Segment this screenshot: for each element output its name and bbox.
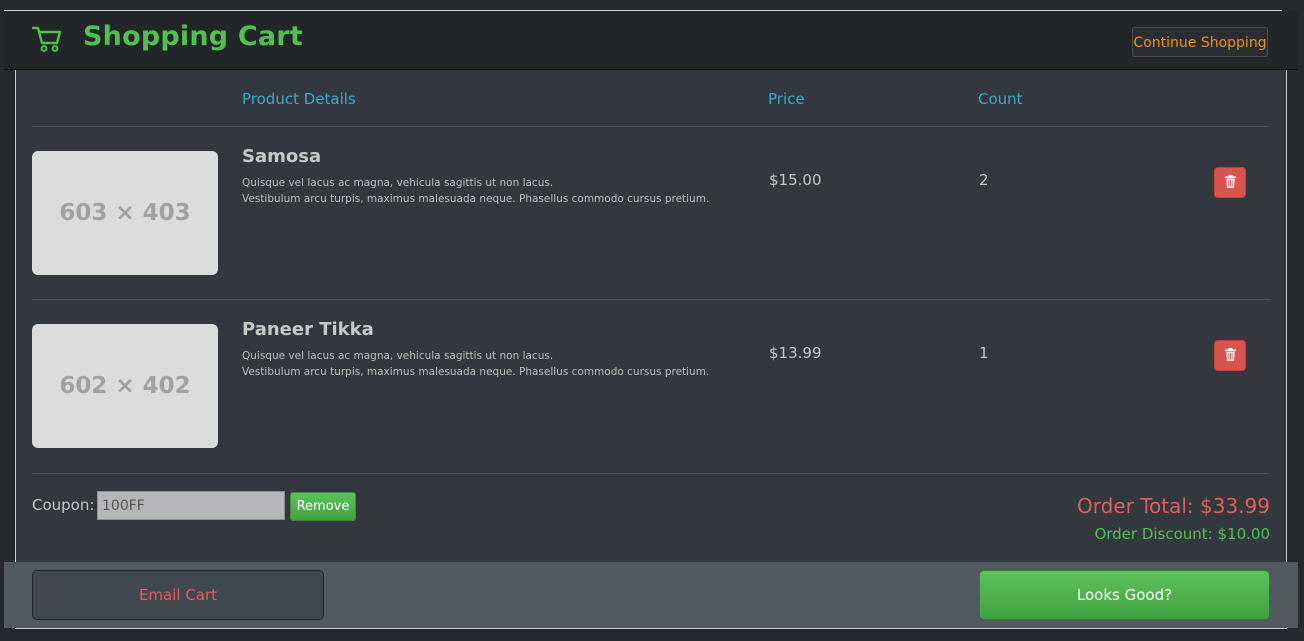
product-image-placeholder: 603 × 403 (32, 151, 218, 275)
description-line: Vestibulum arcu turpis, maximus malesuad… (242, 193, 710, 205)
product-name: Samosa (242, 146, 322, 167)
product-name: Paneer Tikka (242, 319, 374, 340)
order-discount: Order Discount: $10.00 (1094, 525, 1270, 543)
delete-item-button[interactable] (1214, 340, 1246, 371)
delete-item-button[interactable] (1214, 167, 1246, 198)
column-header-count: Count (978, 90, 1023, 108)
column-header-price: Price (768, 90, 805, 108)
cart-icon (31, 25, 62, 53)
product-price: $13.99 (769, 344, 822, 362)
coupon-input[interactable] (97, 491, 285, 520)
cart-table: Product Details Price Count 603 × 403 Sa… (15, 70, 1287, 562)
product-count: 2 (979, 171, 989, 189)
description-line: Quisque vel lacus ac magna, vehicula sag… (242, 177, 554, 189)
looks-good-button[interactable]: Looks Good? (979, 570, 1270, 620)
divider (32, 299, 1270, 300)
product-image-placeholder: 602 × 402 (32, 324, 218, 448)
cart-footer: Email Cart Looks Good? (4, 562, 1298, 628)
page-title: Shopping Cart (83, 21, 303, 52)
column-header-product-details: Product Details (242, 90, 356, 108)
coupon-label: Coupon: (32, 496, 95, 514)
cart-header: Shopping Cart Continue Shopping (4, 11, 1298, 70)
email-cart-button[interactable]: Email Cart (32, 570, 324, 620)
description-line: Vestibulum arcu turpis, maximus malesuad… (242, 366, 710, 378)
product-count: 1 (979, 344, 989, 362)
divider (32, 473, 1270, 474)
divider (32, 126, 1270, 127)
product-price: $15.00 (769, 171, 822, 189)
order-total: Order Total: $33.99 (1077, 494, 1270, 518)
product-description: Quisque vel lacus ac magna, vehicula sag… (242, 348, 709, 380)
bottom-divider (15, 628, 1287, 629)
trash-icon (1224, 173, 1236, 192)
remove-coupon-button[interactable]: Remove (290, 492, 356, 521)
product-description: Quisque vel lacus ac magna, vehicula sag… (242, 175, 709, 207)
description-line: Quisque vel lacus ac magna, vehicula sag… (242, 350, 554, 362)
trash-icon (1224, 346, 1236, 365)
continue-shopping-button[interactable]: Continue Shopping (1132, 27, 1268, 57)
